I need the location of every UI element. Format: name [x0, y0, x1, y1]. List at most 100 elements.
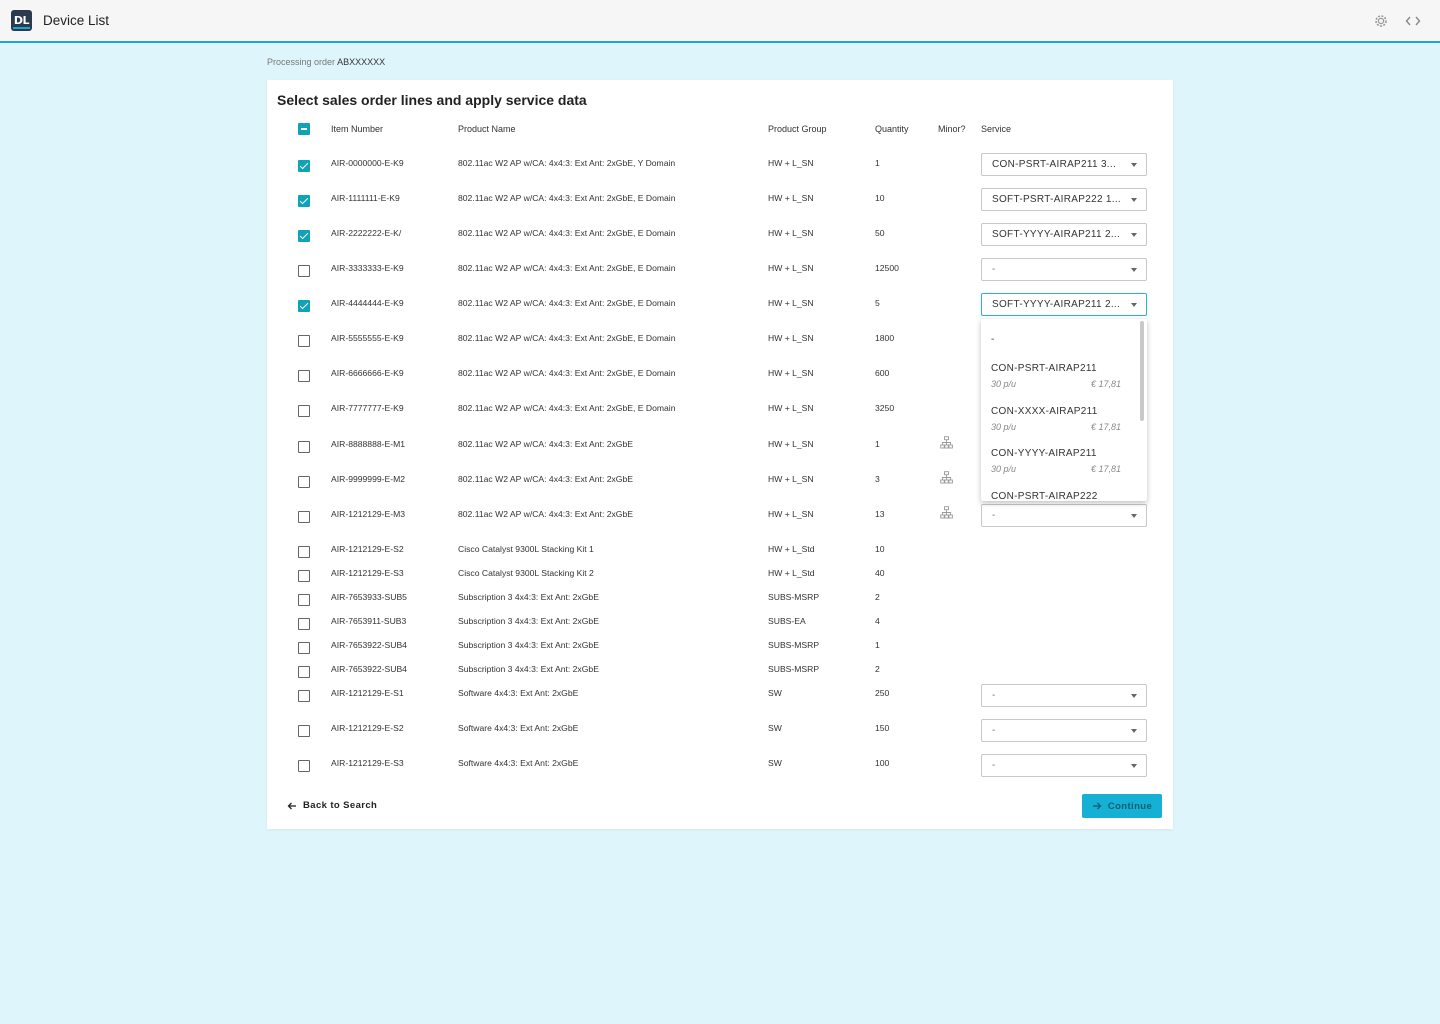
service-select[interactable]: - [981, 504, 1147, 527]
app-title: Device List [43, 13, 110, 28]
product-name-cell: Subscription 3 4x4:3: Ext Ant: 2xGbE [458, 592, 599, 602]
row-checkbox[interactable] [298, 476, 310, 488]
item-number-cell: AIR-1212129-E-S3 [331, 568, 404, 578]
dropdown-option[interactable]: CON-YYYY-AIRAP211 [991, 448, 1097, 459]
caret-down-icon [1131, 163, 1137, 167]
order-id: ABXXXXXX [337, 57, 386, 67]
product-name-cell: Software 4x4:3: Ext Ant: 2xGbE [458, 688, 579, 698]
hierarchy-icon[interactable] [940, 436, 953, 449]
product-name-cell: Cisco Catalyst 9300L Stacking Kit 1 [458, 544, 594, 554]
product-group-cell: HW + L_SN [768, 368, 814, 378]
row-checkbox[interactable] [298, 725, 310, 737]
service-select-value: - [992, 690, 996, 701]
dropdown-option-detail: 30 p/u € 17,81 [991, 379, 1121, 389]
dropdown-option[interactable]: CON-XXXX-AIRAP211 [991, 406, 1098, 417]
item-number-cell: AIR-4444444-E-K9 [331, 298, 404, 308]
hierarchy-icon[interactable] [940, 471, 953, 484]
row-checkbox[interactable] [298, 570, 310, 582]
row-checkbox[interactable] [298, 230, 310, 242]
item-number-cell: AIR-7653933-SUB5 [331, 592, 407, 602]
row-checkbox[interactable] [298, 546, 310, 558]
row-checkbox[interactable] [298, 511, 310, 523]
back-label: Back to Search [303, 800, 378, 811]
product-name-cell: 802.11ac W2 AP w/CA: 4x4:3: Ext Ant: 2xG… [458, 474, 633, 484]
row-checkbox[interactable] [298, 618, 310, 630]
dropdown-option[interactable]: CON-PSRT-AIRAP211 [991, 363, 1097, 374]
quantity-cell: 1 [875, 158, 880, 168]
service-select-value: SOFT-YYYY-AIRAP211 2... [992, 299, 1121, 310]
product-name-cell: 802.11ac W2 AP w/CA: 4x4:3: Ext Ant: 2xG… [458, 403, 676, 413]
dropdown-option[interactable]: CON-PSRT-AIRAP222 [991, 491, 1098, 501]
item-number-cell: AIR-9999999-E-M2 [331, 474, 406, 484]
dropdown-option-detail: 30 p/u € 17,81 [991, 422, 1121, 432]
order-lines-card: Select sales order lines and apply servi… [267, 80, 1173, 829]
row-checkbox[interactable] [298, 370, 310, 382]
product-group-cell: SW [768, 758, 782, 768]
col-product-group[interactable]: Product Group [768, 124, 827, 134]
service-select-value: SOFT-YYYY-AIRAP211 2... [992, 229, 1121, 240]
row-checkbox[interactable] [298, 335, 310, 347]
service-select[interactable]: - [981, 684, 1147, 707]
quantity-cell: 1800 [875, 333, 895, 343]
row-checkbox[interactable] [298, 690, 310, 702]
product-group-cell: SUBS-EA [768, 616, 806, 626]
col-item-number[interactable]: Item Number [331, 124, 383, 134]
product-group-cell: SW [768, 723, 782, 733]
product-name-cell: 802.11ac W2 AP w/CA: 4x4:3: Ext Ant: 2xG… [458, 263, 676, 273]
service-dropdown-menu[interactable]: - CON-PSRT-AIRAP211 30 p/u € 17,81 CON-X… [981, 319, 1147, 501]
option-price: € 17,81 [1090, 422, 1121, 432]
caret-down-icon [1131, 514, 1137, 518]
arrow-left-icon [287, 802, 296, 809]
item-number-cell: AIR-1212129-E-S3 [331, 758, 404, 768]
product-name-cell: 802.11ac W2 AP w/CA: 4x4:3: Ext Ant: 2xG… [458, 368, 676, 378]
row-checkbox[interactable] [298, 160, 310, 172]
product-name-cell: 802.11ac W2 AP w/CA: 4x4:3: Ext Ant: 2xG… [458, 439, 633, 449]
product-group-cell: SW [768, 688, 782, 698]
hierarchy-icon[interactable] [940, 506, 953, 519]
row-checkbox[interactable] [298, 405, 310, 417]
dropdown-option-none[interactable]: - [991, 334, 995, 345]
row-checkbox[interactable] [298, 594, 310, 606]
product-name-cell: Software 4x4:3: Ext Ant: 2xGbE [458, 723, 579, 733]
row-checkbox[interactable] [298, 642, 310, 654]
row-checkbox[interactable] [298, 300, 310, 312]
back-to-search-link[interactable]: Back to Search [287, 800, 377, 811]
service-select[interactable]: - [981, 258, 1147, 281]
col-product-name[interactable]: Product Name [458, 124, 516, 134]
quantity-cell: 4 [875, 616, 880, 626]
product-name-cell: 802.11ac W2 AP w/CA: 4x4:3: Ext Ant: 2xG… [458, 228, 676, 238]
product-name-cell: 802.11ac W2 AP w/CA: 4x4:3: Ext Ant: 2xG… [458, 158, 676, 168]
app-logo: DL [11, 10, 32, 31]
service-select[interactable]: SOFT-PSRT-AIRAP222 1... [981, 188, 1147, 211]
option-unit: 30 p/u [991, 379, 1017, 389]
code-icon[interactable] [1405, 13, 1421, 29]
item-number-cell: AIR-1212129-E-S2 [331, 544, 404, 554]
service-select[interactable]: - [981, 754, 1147, 777]
continue-label: Continue [1107, 800, 1153, 812]
row-checkbox[interactable] [298, 441, 310, 453]
service-select[interactable]: CON-PSRT-AIRAP211 3... [981, 153, 1147, 176]
dropdown-scrollbar[interactable] [1140, 321, 1144, 421]
quantity-cell: 5 [875, 298, 880, 308]
continue-button[interactable]: Continue [1082, 794, 1162, 818]
row-checkbox[interactable] [298, 666, 310, 678]
product-group-cell: HW + L_SN [768, 474, 814, 484]
col-service[interactable]: Service [981, 124, 1011, 134]
product-group-cell: HW + L_SN [768, 509, 814, 519]
product-group-cell: HW + L_SN [768, 228, 814, 238]
service-select[interactable]: SOFT-YYYY-AIRAP211 2... [981, 293, 1147, 316]
service-select[interactable]: - [981, 719, 1147, 742]
service-select[interactable]: SOFT-YYYY-AIRAP211 2... [981, 223, 1147, 246]
row-checkbox[interactable] [298, 760, 310, 772]
gear-icon[interactable] [1373, 13, 1389, 29]
product-group-cell: HW + L_SN [768, 158, 814, 168]
option-unit: 30 p/u [991, 464, 1017, 474]
col-minor[interactable]: Minor? [938, 124, 966, 134]
col-quantity[interactable]: Quantity [875, 124, 909, 134]
service-select-value: SOFT-PSRT-AIRAP222 1... [992, 194, 1121, 205]
select-all-checkbox[interactable] [298, 123, 310, 135]
row-checkbox[interactable] [298, 265, 310, 277]
row-checkbox[interactable] [298, 195, 310, 207]
quantity-cell: 3 [875, 474, 880, 484]
quantity-cell: 600 [875, 368, 890, 378]
